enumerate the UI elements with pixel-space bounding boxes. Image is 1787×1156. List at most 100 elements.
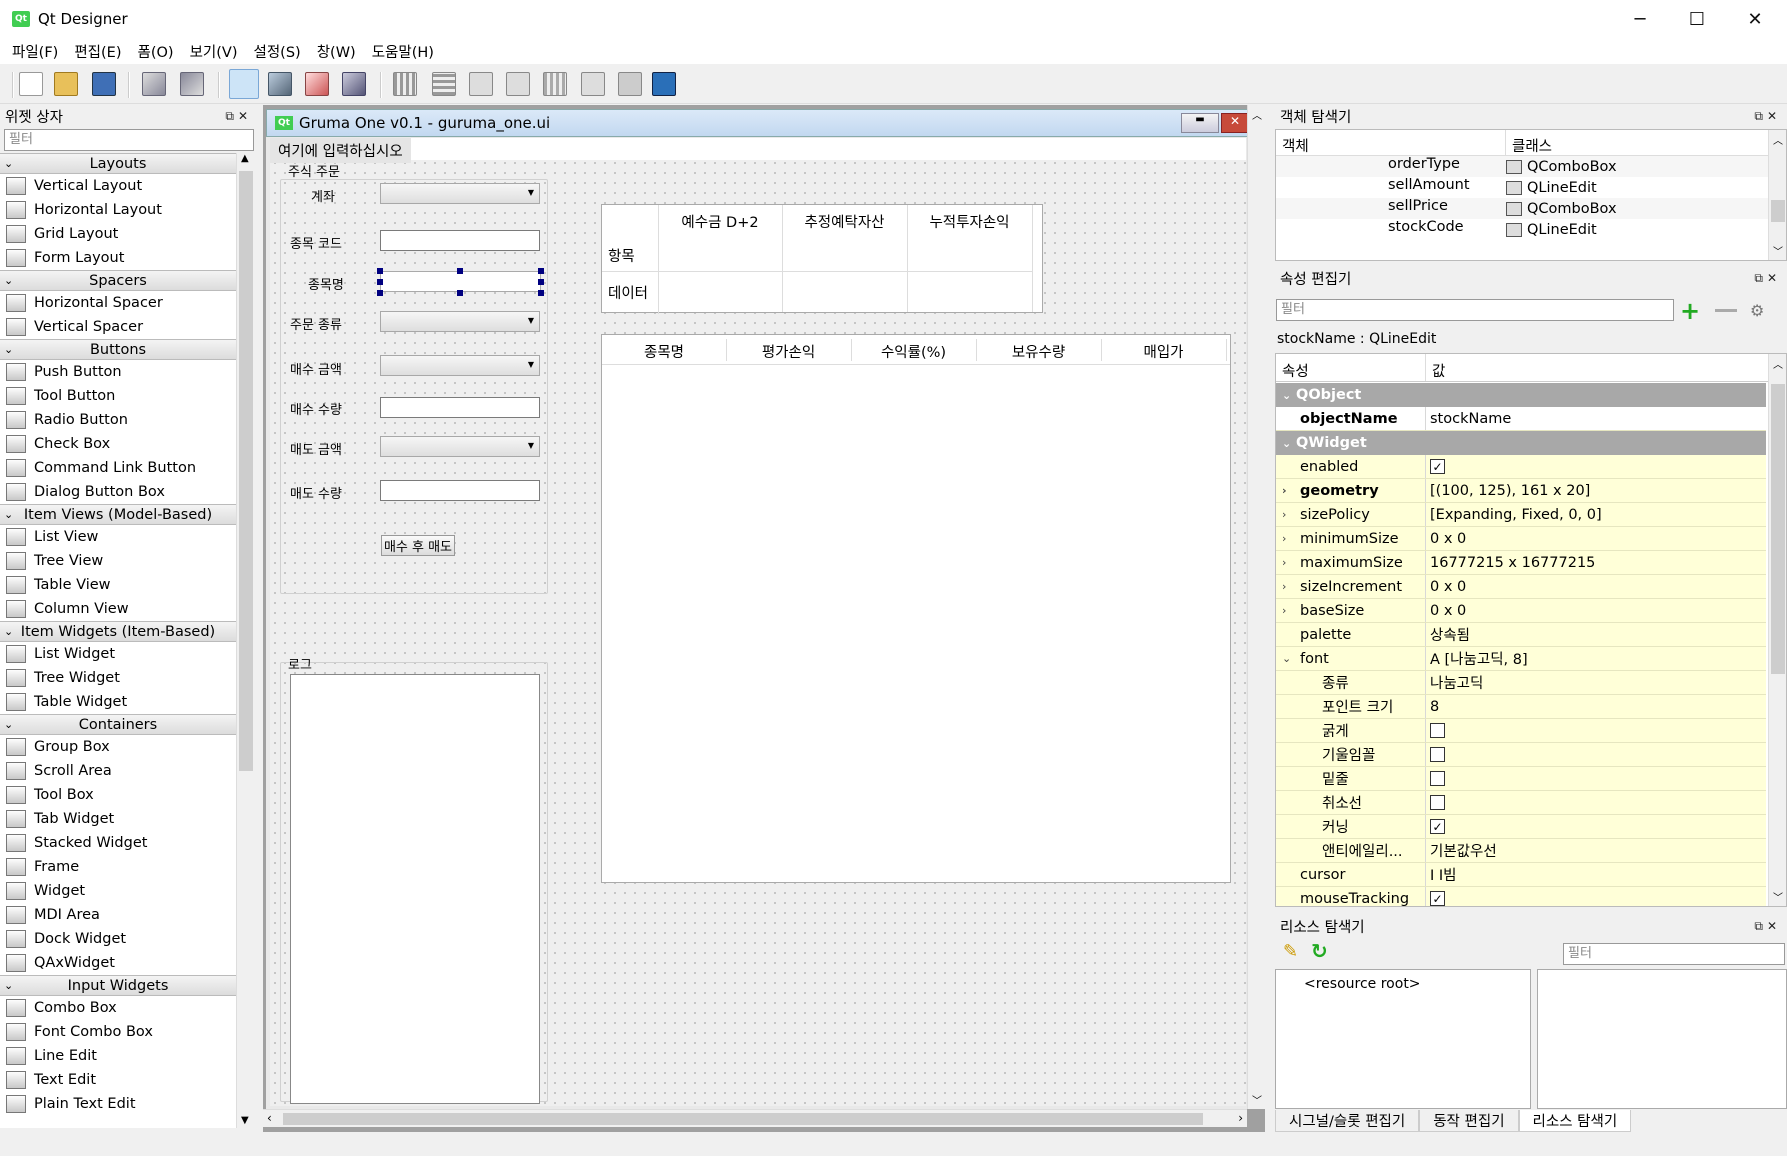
expand-icon[interactable]: › [1282,556,1286,569]
property-row[interactable]: › sizePolicy [Expanding, Fixed, 0, 0] [1276,503,1766,527]
resource-filter[interactable]: 필터 [1563,943,1785,965]
property-row[interactable]: enabled ✓ [1276,455,1766,479]
mdi-horizontal-scrollbar[interactable]: ‹ › [263,1109,1247,1127]
widget-item-push-button[interactable]: Push Button [0,360,236,384]
menu-form[interactable]: 폼(O) [130,41,182,62]
widget-box-filter[interactable]: 필터 [4,129,254,151]
buy-price-combo[interactable] [380,355,540,376]
widget-item-qaxwidget[interactable]: QAxWidget [0,951,236,975]
menu-settings[interactable]: 설정(S) [246,41,309,62]
widget-item-command-link-button[interactable]: Command Link Button [0,456,236,480]
checkbox[interactable] [1430,723,1445,738]
checkbox[interactable] [1430,795,1445,810]
send-to-back-icon[interactable] [142,72,166,96]
checkbox[interactable]: ✓ [1430,891,1445,906]
tab-resource-browser[interactable]: 리소스 탐색기 [1518,1110,1632,1132]
property-group[interactable]: ⌄ QObject [1276,383,1766,407]
widget-item-group-box[interactable]: Group Box [0,735,236,759]
bring-to-front-icon[interactable] [180,72,204,96]
property-row[interactable]: 취소선 [1276,791,1766,815]
property-row[interactable]: 밑줄 [1276,767,1766,791]
expand-icon[interactable]: › [1282,604,1286,617]
object-row[interactable]: sellAmount QLineEdit [1276,177,1786,198]
widget-item-table-view[interactable]: Table View [0,573,236,597]
checkbox[interactable]: ✓ [1430,819,1445,834]
property-group[interactable]: ⌄ QWidget [1276,431,1766,455]
layout-horizontal-splitter-icon[interactable] [469,72,493,96]
adjust-size-icon[interactable] [652,72,676,96]
form-minimize-button[interactable]: ▬ [1181,113,1219,133]
property-row[interactable]: 굵게 [1276,719,1766,743]
property-filter[interactable]: 필터 [1276,299,1674,321]
account-combo[interactable] [380,183,540,204]
widget-item-frame[interactable]: Frame [0,855,236,879]
property-row[interactable]: objectName stockName [1276,407,1766,431]
widget-item-dialog-button-box[interactable]: Dialog Button Box [0,480,236,504]
layout-vertical-icon[interactable] [432,72,456,96]
property-row[interactable]: › baseSize 0 x 0 [1276,599,1766,623]
checkbox[interactable]: ✓ [1430,459,1445,474]
new-file-icon[interactable] [19,72,43,96]
dock-float-close-icon[interactable]: ⧉✕ [1754,919,1781,934]
menu-window[interactable]: 창(W) [309,41,364,62]
dock-float-close-icon[interactable]: ⧉✕ [225,109,252,124]
order-type-combo[interactable] [380,311,540,332]
widget-item-table-widget[interactable]: Table Widget [0,690,236,714]
category-buttons[interactable]: ⌄ Buttons [0,339,236,360]
stock-name-input[interactable] [380,271,541,292]
edit-widgets-icon[interactable] [229,69,259,99]
widget-item-line-edit[interactable]: Line Edit [0,1044,236,1068]
resource-list[interactable] [1537,969,1787,1109]
property-row[interactable]: ⌄ font A [나눔고딕, 8] [1276,647,1766,671]
widget-item-column-view[interactable]: Column View [0,597,236,621]
configure-icon[interactable]: ⚙ [1750,301,1764,320]
property-row[interactable]: 종류 나눔고딕 [1276,671,1766,695]
remove-property-icon[interactable] [1715,309,1737,312]
reload-icon[interactable]: ↻ [1311,939,1328,963]
widget-item-tab-widget[interactable]: Tab Widget [0,807,236,831]
property-row[interactable]: cursor I I빔 [1276,863,1766,887]
layout-horizontal-icon[interactable] [393,72,417,96]
save-icon[interactable] [92,72,116,96]
buy-amount-input[interactable] [380,397,540,418]
property-row[interactable]: 앤티에일리... 기본값우선 [1276,839,1766,863]
property-row[interactable]: mouseTracking ✓ [1276,887,1766,906]
widget-item-mdi-area[interactable]: MDI Area [0,903,236,927]
layout-form-icon[interactable] [581,72,605,96]
tab-signal-slot-editor[interactable]: 시그널/슬롯 편집기 [1275,1110,1420,1132]
expand-icon[interactable]: ⌄ [1282,652,1291,665]
category-item-widgets-item-based-[interactable]: ⌄ Item Widgets (Item-Based) [0,621,236,642]
object-inspector-tree[interactable]: 객체 클래스 orderType QComboBox sellAmount QLine… [1275,129,1787,261]
widget-item-vertical-spacer[interactable]: Vertical Spacer [0,315,236,339]
expand-icon[interactable]: › [1282,580,1286,593]
minimize-button[interactable]: ─ [1610,0,1670,38]
checkbox[interactable] [1430,771,1445,786]
property-row[interactable]: › minimumSize 0 x 0 [1276,527,1766,551]
log-text[interactable] [290,674,540,1104]
property-row[interactable]: palette 상속됨 [1276,623,1766,647]
menu-placeholder[interactable]: 여기에 입력하십시오 [270,138,411,163]
close-button[interactable]: ✕ [1725,0,1785,38]
dock-float-close-icon[interactable]: ⧉✕ [1754,109,1781,124]
stock-code-input[interactable] [380,230,540,251]
category-layouts[interactable]: ⌄ Layouts [0,153,236,174]
edit-buddies-icon[interactable] [305,72,329,96]
sell-price-combo[interactable] [380,436,540,457]
object-row[interactable]: orderType QComboBox [1276,156,1786,177]
widget-item-combo-box[interactable]: Combo Box [0,996,236,1020]
widget-box-scrollbar[interactable]: ▲ ▼ [236,153,254,1128]
expand-icon[interactable]: › [1282,508,1286,521]
widget-item-vertical-layout[interactable]: Vertical Layout [0,174,236,198]
checkbox[interactable] [1430,747,1445,762]
category-spacers[interactable]: ⌄ Spacers [0,270,236,291]
widget-item-plain-text-edit[interactable]: Plain Text Edit [0,1092,236,1116]
maximize-button[interactable]: ☐ [1667,0,1727,38]
mdi-vertical-scrollbar[interactable]: ︿ ﹀ [1247,105,1265,1109]
resource-tree[interactable]: <resource root> [1275,969,1531,1109]
widget-item-form-layout[interactable]: Form Layout [0,246,236,270]
menu-file[interactable]: 파일(F) [4,41,66,62]
layout-vertical-splitter-icon[interactable] [506,72,530,96]
open-file-icon[interactable] [54,72,78,96]
tab-action-editor[interactable]: 동작 편집기 [1419,1110,1519,1132]
widget-item-text-edit[interactable]: Text Edit [0,1068,236,1092]
